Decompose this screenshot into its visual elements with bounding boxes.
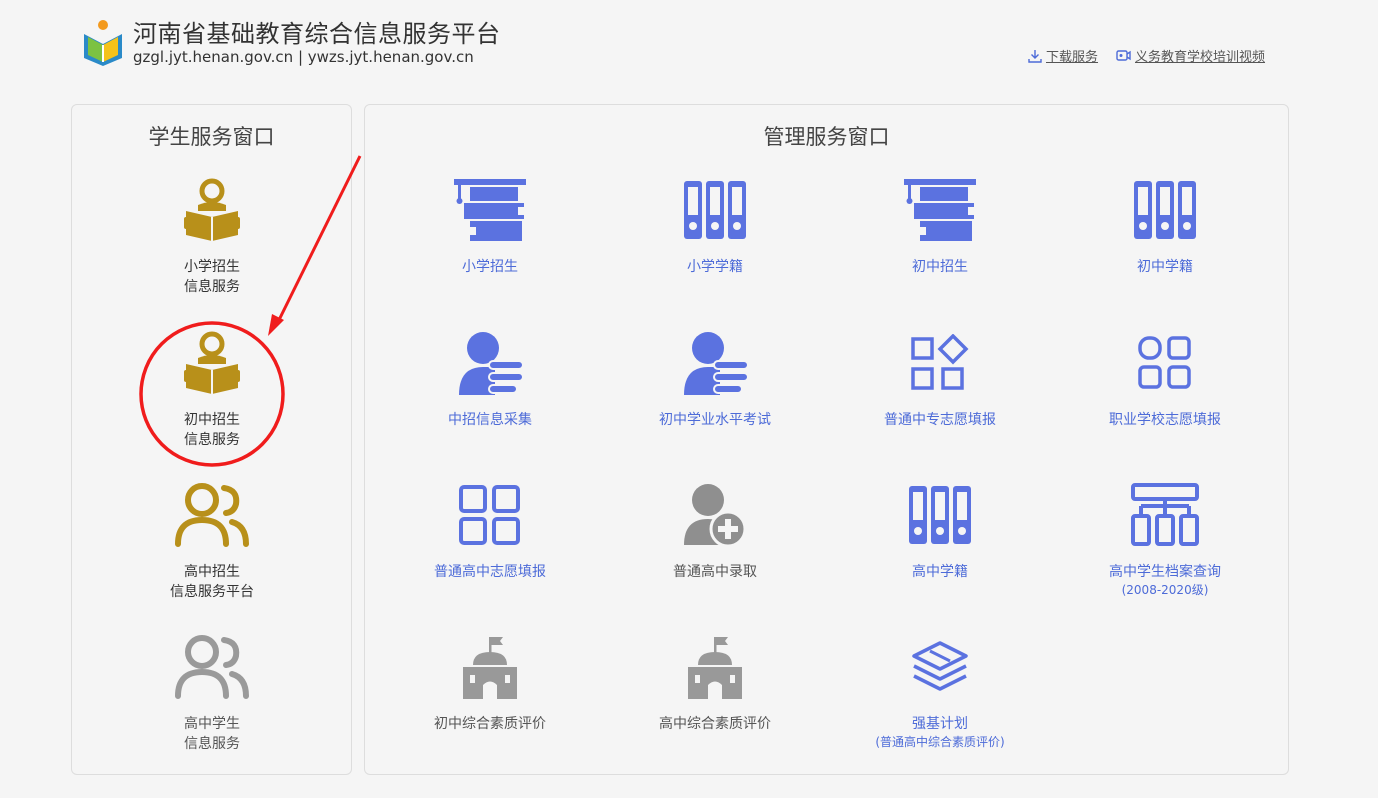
manage-item-label: 高中学籍 [912,564,968,580]
video-icon [1116,50,1131,61]
manage-item-label: 职业学校志愿填报 [1109,412,1221,428]
manage-item-senior-archive-query[interactable]: 高中学生档案查询 (2008-2020级) [1070,480,1260,598]
manage-item-label: 中招信息采集 [448,412,532,428]
manage-item-strong-base-plan[interactable]: 强基计划 (普通高中综合素质评价) [845,632,1035,750]
manage-item-label: 小学学籍 [687,259,743,275]
manage-item-junior-exam[interactable]: 初中学业水平考试 [620,328,810,430]
user-add-icon [684,484,747,547]
student-item-line1: 初中招生 [184,412,240,428]
manage-item-primary-enrollment[interactable]: 小学招生 [395,175,585,277]
student-item-primary-enrollment[interactable]: 小学招生 信息服务 [117,175,307,297]
manage-item-label: 普通高中录取 [673,564,757,580]
manage-item-label: 初中招生 [912,259,968,275]
manage-item-label: 初中学籍 [1137,259,1193,275]
manage-item-zhongzhao-collection[interactable]: 中招信息采集 [395,328,585,430]
graduation-books-icon [904,179,976,241]
squares-icon [1138,336,1191,389]
download-service-label: 下载服务 [1046,50,1099,65]
reader-icon [184,178,240,241]
manage-item-sublabel: (2008-2020级) [1121,583,1209,597]
student-item-line1: 高中学生 [184,716,240,732]
manage-item-label: 小学招生 [462,259,518,275]
manage-item-label: 初中综合素质评价 [434,716,546,732]
student-panel-title: 学生服务窗口 [148,125,275,149]
user-list-icon [684,332,748,395]
manage-item-junior-enrollment[interactable]: 初中招生 [845,175,1035,277]
student-item-line2: 信息服务平台 [170,584,254,600]
management-panel-title: 管理服务窗口 [763,125,890,149]
school-icon [688,637,742,699]
org-chart-icon [1131,483,1199,546]
users-icon [175,483,249,547]
layers-icon [912,641,968,691]
student-item-line1: 小学招生 [184,259,240,275]
manage-item-label: 普通高中志愿填报 [434,564,546,580]
binders-icon [1134,181,1196,239]
training-video-label: 义务教育学校培训视频 [1135,50,1266,65]
manage-item-senior-application[interactable]: 普通高中志愿填报 [395,480,585,582]
student-service-panel: 学生服务窗口 小学招生 信息服务 初中招生 信息服务 高中招生 信息服务平台 高… [71,104,352,775]
binders-icon [684,181,746,239]
graduation-books-icon [454,179,526,241]
student-item-senior-info[interactable]: 高中学生 信息服务 [117,632,307,754]
header: 河南省基础教育综合信息服务平台 gzgl.jyt.henan.gov.cn | … [0,0,1378,90]
manage-item-sublabel: (普通高中综合素质评价) [875,735,1005,749]
student-item-senior-enrollment[interactable]: 高中招生 信息服务平台 [117,480,307,602]
manage-item-senior-admission[interactable]: 普通高中录取 [620,480,810,582]
manage-item-label: 强基计划 [912,716,968,732]
site-title: 河南省基础教育综合信息服务平台 [133,20,501,48]
reader-icon [184,331,240,394]
training-video-link[interactable]: 义务教育学校培训视频 [1116,46,1265,65]
student-item-line2: 信息服务 [184,736,240,752]
users-icon [175,635,249,699]
logo-icon [84,20,122,66]
shapes-icon [911,334,969,390]
student-item-line2: 信息服务 [184,279,240,295]
manage-item-label: 初中学业水平考试 [659,412,771,428]
manage-item-label: 高中综合素质评价 [659,716,771,732]
manage-item-junior-evaluation[interactable]: 初中综合素质评价 [395,632,585,734]
grid-icon [459,485,520,545]
download-service-link[interactable]: 下载服务 [1028,46,1098,65]
student-item-line1: 高中招生 [184,564,240,580]
manage-item-vocational-application[interactable]: 普通中专志愿填报 [845,328,1035,430]
management-service-panel: 管理服务窗口 小学招生 小学学籍 初中招生 初中学籍 中招信息采集 初中学业水平… [364,104,1289,775]
manage-item-vocational-school-application[interactable]: 职业学校志愿填报 [1070,328,1260,430]
site-domains: gzgl.jyt.henan.gov.cn | ywzs.jyt.henan.g… [133,48,474,66]
manage-item-senior-records[interactable]: 高中学籍 [845,480,1035,582]
school-icon [463,637,517,699]
user-list-icon [459,332,523,395]
manage-item-label: 高中学生档案查询 [1109,564,1221,580]
download-icon [1028,49,1042,63]
manage-item-junior-records[interactable]: 初中学籍 [1070,175,1260,277]
manage-item-senior-evaluation[interactable]: 高中综合素质评价 [620,632,810,734]
manage-item-label: 普通中专志愿填报 [884,412,996,428]
manage-item-primary-records[interactable]: 小学学籍 [620,175,810,277]
student-item-line2: 信息服务 [184,432,240,448]
binders-icon [909,486,971,544]
student-item-junior-enrollment[interactable]: 初中招生 信息服务 [117,328,307,450]
